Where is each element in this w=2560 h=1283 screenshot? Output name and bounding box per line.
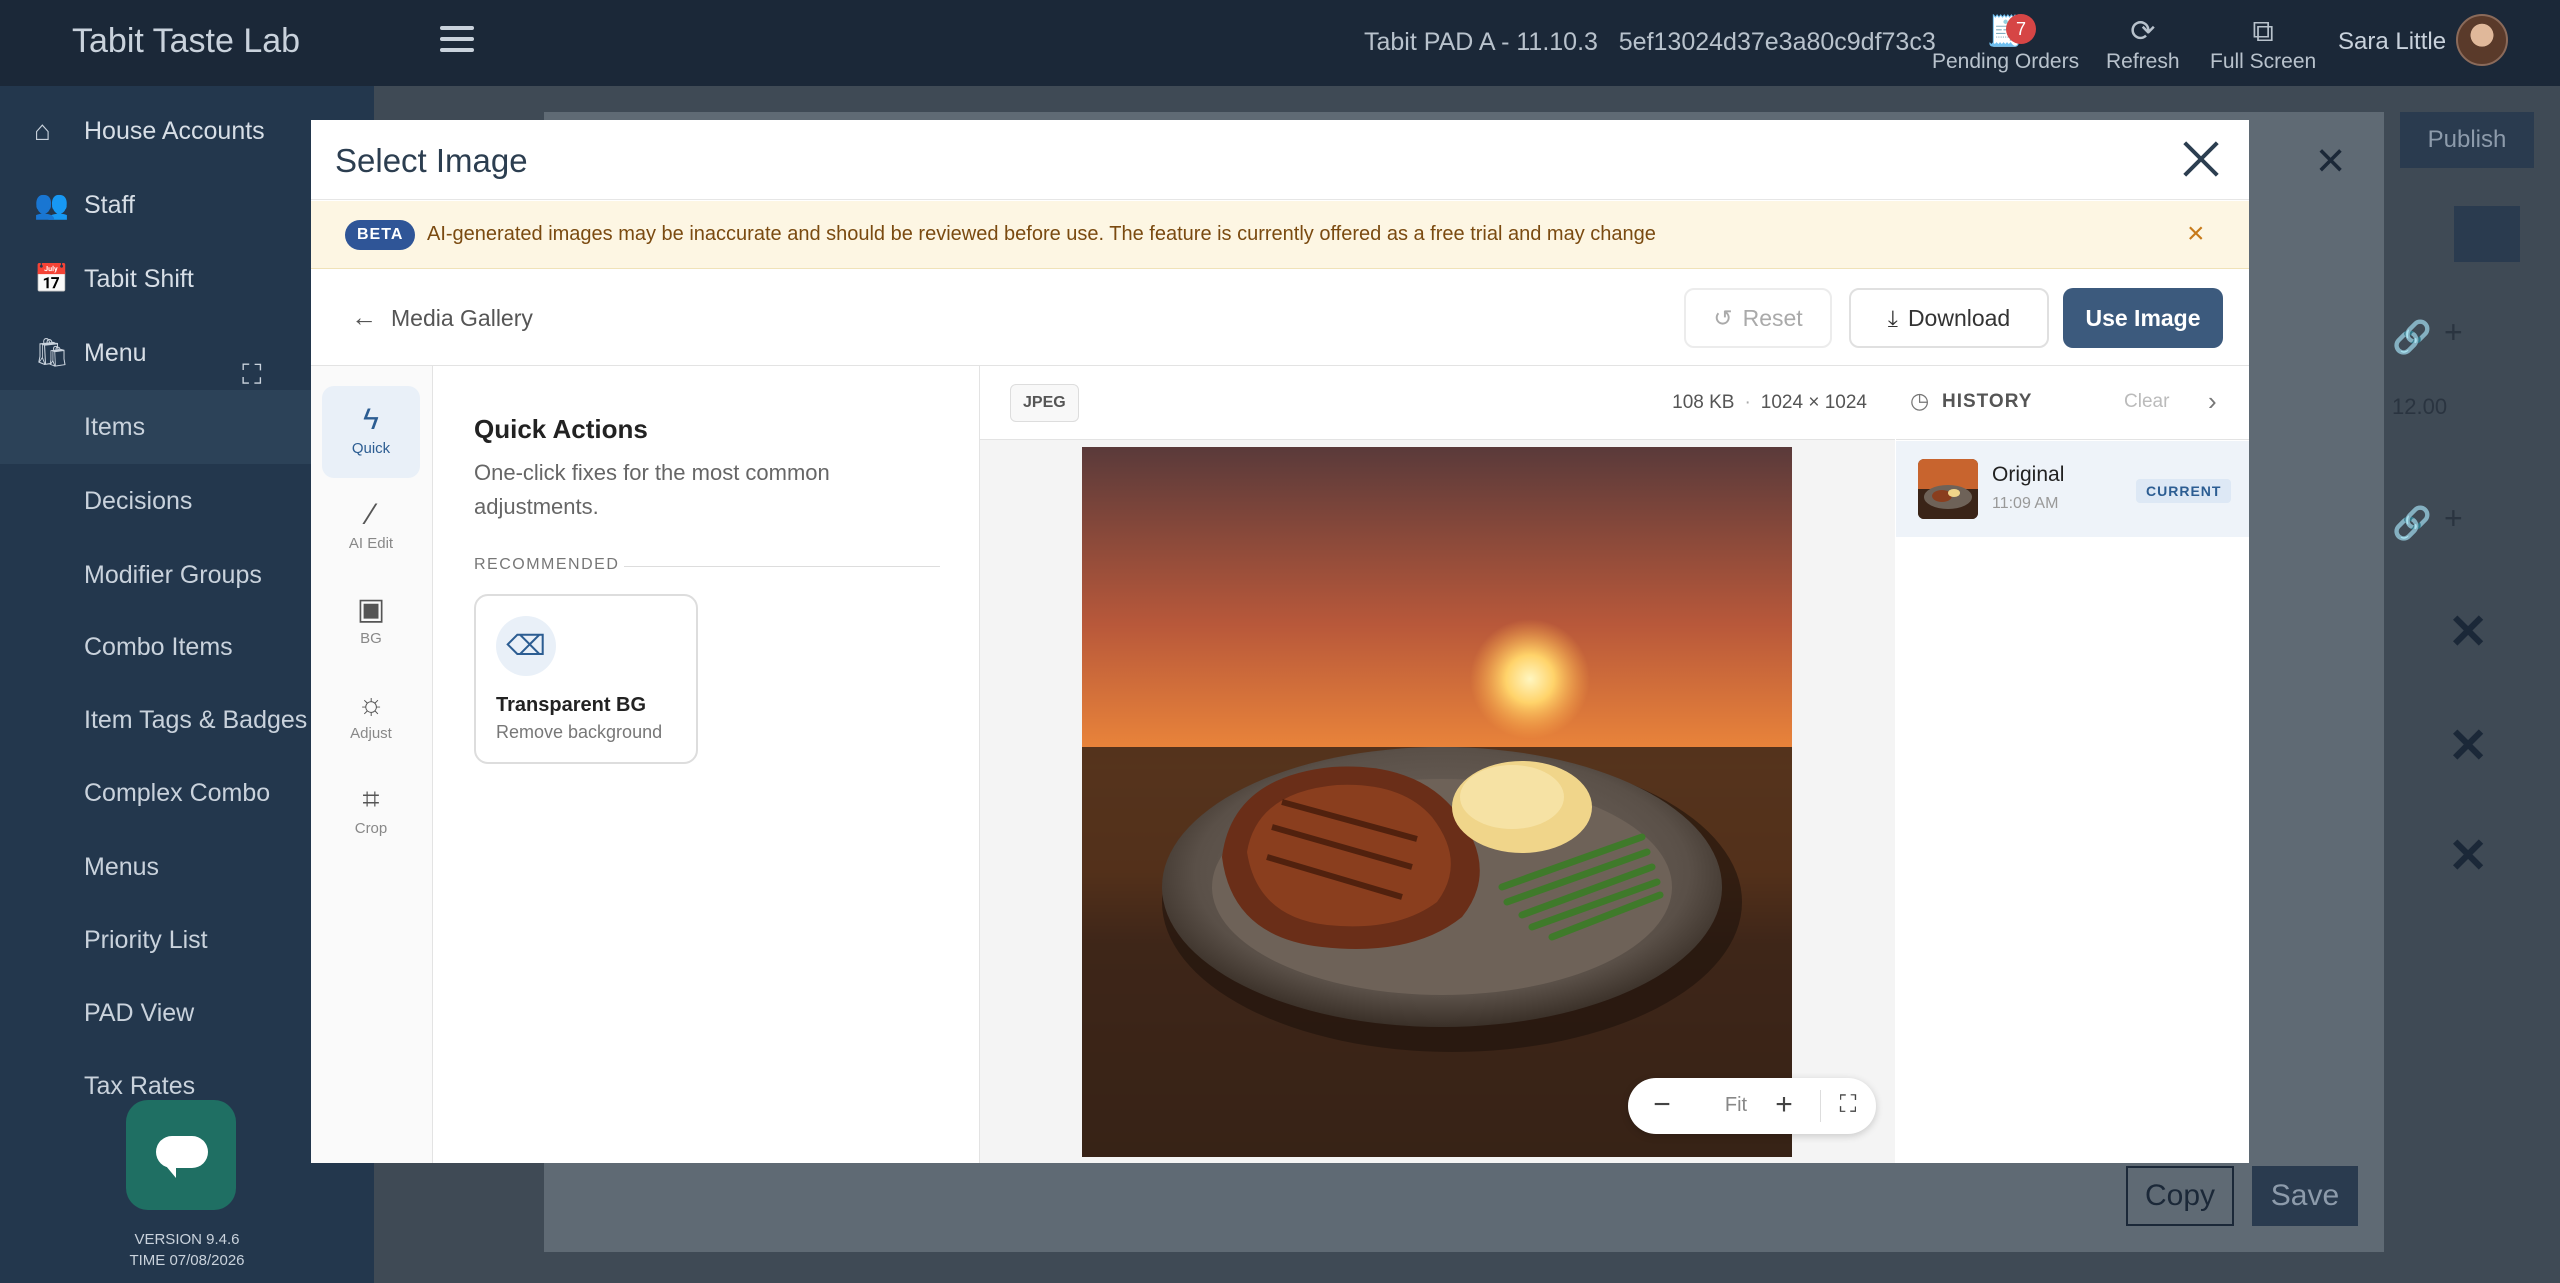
sun-icon: ☼ bbox=[357, 688, 385, 721]
tab-bg[interactable]: ▣ BG bbox=[322, 576, 420, 668]
preview-header: JPEG 108 KB · 1024 × 1024 bbox=[980, 366, 1895, 440]
link-icon[interactable]: 🔗 bbox=[2392, 318, 2432, 356]
history-title: HISTORY bbox=[1942, 391, 2033, 412]
tab-quick[interactable]: ϟ Quick bbox=[322, 386, 420, 478]
history-entry[interactable]: Original 11:09 AM CURRENT bbox=[1896, 441, 2249, 537]
publish-button[interactable]: Publish bbox=[2400, 112, 2534, 168]
quick-actions-panel: Quick Actions One-click fixes for the mo… bbox=[434, 366, 980, 1163]
history-entry-name: Original bbox=[1992, 463, 2065, 486]
quick-actions-description: One-click fixes for the most common adju… bbox=[474, 460, 830, 519]
chat-bubble-icon bbox=[156, 1136, 208, 1178]
image-meta: 108 KB · 1024 × 1024 bbox=[1672, 392, 1867, 413]
clear-history-button[interactable]: Clear bbox=[2124, 391, 2169, 413]
background-close-icon[interactable]: × bbox=[2316, 135, 2345, 185]
dismiss-notice-icon[interactable]: × bbox=[2187, 217, 2205, 251]
link-icon[interactable]: 🔗 bbox=[2392, 504, 2432, 542]
image-icon: ▣ bbox=[356, 593, 386, 626]
close-icon[interactable] bbox=[2177, 134, 2227, 184]
price-field[interactable]: 12.00 bbox=[2392, 394, 2447, 420]
arrow-left-icon: ← bbox=[351, 302, 377, 332]
image-dimensions: 1024 × 1024 bbox=[1760, 392, 1867, 413]
fullscreen-icon: ⧉ bbox=[2252, 15, 2274, 48]
modal-title: Select Image bbox=[335, 142, 528, 179]
plus-icon[interactable]: + bbox=[2444, 314, 2463, 351]
tab-adjust[interactable]: ☼ Adjust bbox=[322, 671, 420, 763]
format-badge: JPEG bbox=[1010, 384, 1079, 422]
full-screen-button[interactable]: ⧉ Full Screen bbox=[2210, 14, 2316, 74]
zoom-fit-button[interactable]: Fit bbox=[1706, 1094, 1766, 1117]
remove-x-icon[interactable]: ✕ bbox=[2448, 828, 2488, 884]
history-header: ◷ HISTORY Clear › bbox=[1896, 366, 2249, 440]
copy-button[interactable]: Copy bbox=[2126, 1166, 2234, 1226]
file-size: 108 KB bbox=[1672, 392, 1735, 413]
device-info: Tabit PAD A - 11.10.3 5ef13024d37e3a80c9… bbox=[1364, 28, 1936, 56]
reset-button[interactable]: ↺ Reset bbox=[1684, 288, 1832, 348]
chevron-right-icon[interactable]: › bbox=[2208, 386, 2217, 417]
divider bbox=[1820, 1090, 1821, 1122]
zoom-controls: − Fit + ⛶ bbox=[1628, 1078, 1876, 1134]
action-subtitle: Remove background bbox=[496, 722, 663, 742]
pending-orders-button[interactable]: 🧾 7 Pending Orders bbox=[1932, 14, 2079, 74]
download-button[interactable]: ⤓ Download bbox=[1849, 288, 2049, 348]
pending-orders-badge: 7 bbox=[2006, 14, 2036, 44]
recommended-label: RECOMMENDED bbox=[474, 556, 620, 573]
chat-button[interactable] bbox=[126, 1100, 236, 1210]
pending-orders-label: Pending Orders bbox=[1932, 50, 2080, 73]
download-icon: ⤓ bbox=[1887, 305, 1898, 331]
hamburger-menu-icon[interactable] bbox=[440, 26, 474, 54]
tool-rail: ϟ Quick ⁄ AI Edit ▣ BG ☼ Adjust ⌗ Crop bbox=[311, 366, 433, 1163]
history-panel: ◷ HISTORY Clear › Original 11:09 AM CURR… bbox=[1896, 366, 2249, 1163]
refresh-label: Refresh bbox=[2106, 50, 2180, 73]
media-gallery-back-link[interactable]: ← Media Gallery bbox=[351, 302, 533, 333]
beta-badge: BETA bbox=[345, 220, 416, 250]
crop-icon: ⌗ bbox=[362, 783, 380, 816]
zoom-in-button[interactable]: + bbox=[1764, 1086, 1804, 1126]
save-button[interactable]: Save bbox=[2252, 1166, 2358, 1226]
action-title: Transparent BG bbox=[496, 694, 647, 716]
select-image-modal: Select Image BETA AI-generated images ma… bbox=[311, 120, 2249, 1163]
divider bbox=[624, 566, 940, 567]
edit-pencil-icon[interactable] bbox=[2454, 206, 2520, 262]
full-screen-label: Full Screen bbox=[2210, 50, 2317, 73]
food-photo bbox=[1082, 447, 1792, 1157]
beta-notice-text: AI-generated images may be inaccurate an… bbox=[427, 223, 1656, 245]
time-label: TIME 07/08/2026 bbox=[129, 1252, 245, 1269]
remove-x-icon[interactable]: ✕ bbox=[2448, 604, 2488, 660]
staff-icon: 👥 bbox=[34, 189, 69, 220]
user-name[interactable]: Sara Little bbox=[2338, 28, 2446, 56]
quick-actions-title: Quick Actions bbox=[474, 414, 648, 444]
menu-bag-icon: 🛍 bbox=[34, 337, 70, 368]
top-bar: Tabit Taste Lab Tabit PAD A - 11.10.3 5e… bbox=[0, 0, 2560, 86]
thumbnail-image bbox=[1918, 459, 1978, 519]
history-entry-time: 11:09 AM bbox=[1992, 495, 2059, 512]
tab-crop[interactable]: ⌗ Crop bbox=[322, 766, 420, 858]
eraser-icon: ⌫ bbox=[496, 616, 556, 676]
version-label: VERSION 9.4.6 bbox=[134, 1231, 240, 1248]
modal-header: Select Image bbox=[311, 120, 2249, 200]
modal-toolbar: ← Media Gallery ↺ Reset ⤓ Download Use Imag… bbox=[311, 270, 2249, 366]
house-accounts-icon: ⌂ bbox=[34, 115, 51, 146]
app-title: Tabit Taste Lab bbox=[72, 22, 301, 60]
history-icon: ◷ bbox=[1910, 388, 1930, 413]
lightning-icon: ϟ bbox=[363, 403, 379, 436]
use-image-button[interactable]: Use Image bbox=[2063, 288, 2223, 348]
remove-x-icon[interactable]: ✕ bbox=[2448, 718, 2488, 774]
plus-icon[interactable]: + bbox=[2444, 500, 2463, 537]
tab-ai-edit[interactable]: ⁄ AI Edit bbox=[322, 481, 420, 573]
avatar[interactable] bbox=[2456, 14, 2508, 66]
image-preview-area: JPEG 108 KB · 1024 × 1024 − Fit + ⛶ bbox=[980, 366, 1895, 1163]
steak-plate-image bbox=[1082, 447, 1792, 1157]
refresh-button[interactable]: ⟳ Refresh bbox=[2106, 14, 2180, 74]
refresh-icon: ⟳ bbox=[2130, 15, 2156, 48]
zoom-out-button[interactable]: − bbox=[1642, 1086, 1682, 1126]
transparent-bg-action[interactable]: ⌫ Transparent BG Remove background bbox=[474, 594, 698, 764]
calendar-icon: 📅 bbox=[34, 263, 69, 294]
undo-icon: ↺ bbox=[1713, 305, 1733, 331]
expand-icon[interactable]: ⛶ bbox=[1828, 1086, 1868, 1126]
history-thumbnail bbox=[1918, 459, 1978, 519]
beta-notice: BETA AI-generated images may be inaccura… bbox=[311, 201, 2249, 269]
magic-wand-icon: ⁄ bbox=[368, 498, 374, 531]
current-badge: CURRENT bbox=[2136, 479, 2232, 503]
